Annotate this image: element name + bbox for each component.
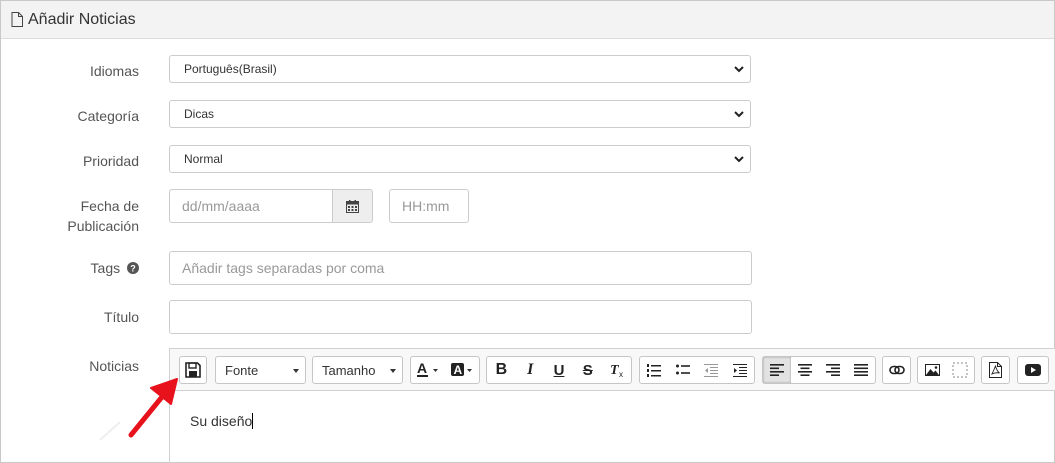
svg-text:A: A <box>454 363 463 377</box>
align-justify-icon <box>854 364 868 376</box>
align-justify-button[interactable] <box>847 357 875 383</box>
tags-label: Tags ? <box>91 258 139 278</box>
size-dropdown[interactable]: Tamanho <box>312 356 403 384</box>
save-group <box>179 356 207 384</box>
time-input[interactable] <box>389 189 469 223</box>
calendar-icon <box>346 199 359 213</box>
pdf-file-icon <box>989 362 1002 378</box>
italic-button[interactable]: I <box>516 357 545 383</box>
color-group: A A <box>410 356 480 384</box>
video-group <box>1017 356 1049 384</box>
question-circle-icon[interactable]: ? <box>127 262 139 274</box>
bold-button[interactable]: B <box>487 357 516 383</box>
background-color-icon: A <box>451 363 472 377</box>
italic-icon: I <box>527 361 534 378</box>
clear-format-icon: T x <box>610 363 623 378</box>
text-cursor <box>252 413 254 429</box>
text-style-group: B I U S T x <box>486 356 632 384</box>
ordered-list-icon <box>647 364 662 377</box>
editor-text: Su diseño <box>190 413 253 429</box>
document-icon <box>11 12 23 27</box>
categoria-value: Dicas <box>184 107 215 121</box>
prioridad-value: Normal <box>184 152 223 166</box>
align-left-icon <box>770 364 784 376</box>
align-left-button[interactable] <box>763 357 791 383</box>
tags-input[interactable] <box>169 251 752 285</box>
background-color-button[interactable]: A <box>445 357 479 383</box>
align-right-button[interactable] <box>819 357 847 383</box>
text-color-icon: A <box>417 361 438 377</box>
alignment-group <box>762 356 876 384</box>
indent-icon <box>732 364 747 377</box>
panel-heading: Añadir Noticias <box>1 1 1054 39</box>
video-button[interactable] <box>1018 357 1048 383</box>
idiomas-label: Idiomas <box>89 63 139 79</box>
font-dropdown[interactable]: Fonte <box>215 356 306 384</box>
align-center-button[interactable] <box>791 357 819 383</box>
outdent-icon <box>704 364 719 377</box>
underline-icon: U <box>553 361 565 379</box>
save-button[interactable] <box>180 357 206 383</box>
pdf-group <box>981 356 1010 384</box>
idiomas-value: Português(Brasil) <box>184 62 277 76</box>
outdent-button[interactable] <box>697 357 726 383</box>
floppy-disk-icon <box>185 362 201 378</box>
caret-down-icon <box>390 369 396 373</box>
svg-text:?: ? <box>130 264 136 274</box>
size-dropdown-label: Tamanho <box>322 362 376 378</box>
fecha-label-line2: Publicación <box>67 218 139 234</box>
pdf-button[interactable] <box>982 357 1009 383</box>
media-group <box>917 356 975 384</box>
chevron-down-icon <box>734 156 744 163</box>
titulo-input[interactable] <box>169 300 752 334</box>
link-button[interactable] <box>883 357 910 383</box>
fecha-label: Fecha de Publicación <box>67 196 139 236</box>
fecha-label-line1: Fecha de <box>80 198 139 214</box>
align-right-icon <box>826 364 840 376</box>
ordered-list-button[interactable] <box>640 357 669 383</box>
categoria-select[interactable]: Dicas <box>169 100 751 128</box>
chevron-down-icon <box>734 111 744 118</box>
caret-down-icon <box>293 369 299 373</box>
strikethrough-icon: S <box>582 361 593 379</box>
link-icon <box>888 365 905 375</box>
unordered-list-button[interactable] <box>669 357 698 383</box>
bold-icon: B <box>495 361 508 378</box>
image-button[interactable] <box>918 357 946 383</box>
list-group <box>639 356 755 384</box>
rich-text-editor: Fonte Tamanho A A B I U S T x Su diseño <box>169 348 1055 463</box>
text-color-button[interactable]: A <box>411 357 445 383</box>
unordered-list-icon <box>675 364 690 375</box>
link-group <box>882 356 911 384</box>
prioridad-select[interactable]: Normal <box>169 145 751 173</box>
strikethrough-button[interactable]: S <box>573 357 602 383</box>
date-input[interactable] <box>169 189 333 223</box>
align-center-icon <box>798 364 812 376</box>
page-title: Añadir Noticias <box>28 10 136 28</box>
tags-label-text: Tags <box>90 260 121 276</box>
dashed-box-icon <box>952 362 968 378</box>
titulo-label: Título <box>103 309 139 325</box>
editor-content[interactable]: Su diseño <box>190 413 254 429</box>
categoria-label: Categoría <box>77 108 139 124</box>
div-container-button[interactable] <box>946 357 974 383</box>
noticias-label: Noticias <box>89 358 139 374</box>
svg-text:A: A <box>417 361 427 376</box>
prioridad-label: Prioridad <box>82 153 139 169</box>
image-icon <box>924 364 940 376</box>
indent-button[interactable] <box>726 357 755 383</box>
editor-toolbar: Fonte Tamanho A A B I U S T x <box>170 349 1055 391</box>
calendar-button[interactable] <box>332 189 373 223</box>
underline-button[interactable]: U <box>545 357 574 383</box>
youtube-icon <box>1025 364 1041 376</box>
chevron-down-icon <box>734 66 744 73</box>
clear-format-button[interactable]: T x <box>602 357 631 383</box>
idiomas-select[interactable]: Português(Brasil) <box>169 55 751 83</box>
font-dropdown-label: Fonte <box>225 362 259 378</box>
svg-text:x: x <box>619 370 623 378</box>
